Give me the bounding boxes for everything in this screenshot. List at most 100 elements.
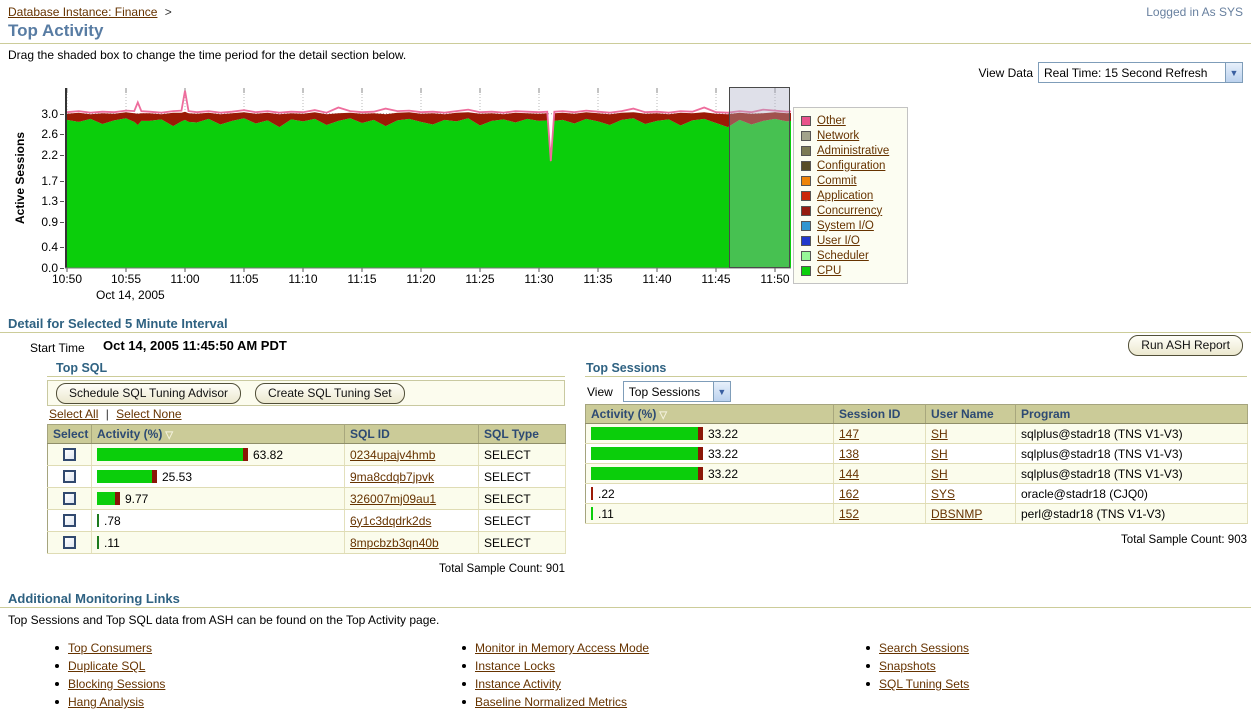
top-sessions-table: Activity (%) ▽ Session ID User Name Program 3… xyxy=(585,404,1248,524)
legend-swatch-other xyxy=(801,115,811,126)
row-checkbox[interactable] xyxy=(63,448,76,461)
legend-link[interactable]: Other xyxy=(817,115,846,127)
legend-link[interactable]: System I/O xyxy=(817,220,874,232)
activity-cell: .22 xyxy=(585,483,834,504)
monitoring-link-monitor-in-memory-access-mode[interactable]: Monitor in Memory Access Mode xyxy=(475,641,649,655)
monitoring-link-hang-analysis[interactable]: Hang Analysis xyxy=(68,695,144,709)
monitoring-link-top-consumers[interactable]: Top Consumers xyxy=(68,641,152,655)
monitoring-link-baseline-normalized-metrics[interactable]: Baseline Normalized Metrics xyxy=(475,695,627,709)
view-data-selected-value: Real Time: 15 Second Refresh xyxy=(1044,65,1208,80)
sql-id-link[interactable]: 6y1c3dqdrk2ds xyxy=(350,514,431,528)
y-tick-mark xyxy=(60,247,64,249)
user-name-link[interactable]: SH xyxy=(931,467,948,481)
top-sessions-heading: Top Sessions xyxy=(586,361,667,375)
detail-section-heading: Detail for Selected 5 Minute Interval xyxy=(8,316,228,331)
legend-link[interactable]: Application xyxy=(817,190,873,202)
session-id-link[interactable]: 138 xyxy=(839,447,859,461)
top-activity-page: Database Instance: Finance > Logged in A… xyxy=(0,0,1251,716)
column-header-user-name: User Name xyxy=(925,404,1016,424)
legend-swatch-system-i-o xyxy=(801,220,811,231)
activity-value: .11 xyxy=(104,535,120,550)
run-ash-report-button[interactable]: Run ASH Report xyxy=(1128,335,1243,356)
activity-value: .22 xyxy=(598,486,615,501)
activity-bar xyxy=(97,536,99,549)
legend-link[interactable]: Concurrency xyxy=(817,205,882,217)
legend-link[interactable]: Network xyxy=(817,130,859,142)
user-name-cell: SH xyxy=(925,443,1016,464)
monitoring-link-search-sessions[interactable]: Search Sessions xyxy=(879,641,969,655)
legend-swatch-configuration xyxy=(801,160,811,171)
legend-swatch-administrative xyxy=(801,145,811,156)
legend-swatch-network xyxy=(801,130,811,141)
activity-cell: 33.22 xyxy=(585,423,834,444)
select-none-link[interactable]: Select None xyxy=(116,407,181,421)
row-checkbox[interactable] xyxy=(63,492,76,505)
links-column-1: Top Consumers Duplicate SQL Blocking Sessi… xyxy=(55,641,165,713)
legend-link[interactable]: Commit xyxy=(817,175,857,187)
activity-bar xyxy=(591,447,703,460)
session-id-link[interactable]: 162 xyxy=(839,487,859,501)
user-name-link[interactable]: SYS xyxy=(931,487,955,501)
x-tick-label: 11:15 xyxy=(347,272,377,286)
select-all-link[interactable]: Select All xyxy=(49,407,98,421)
monitoring-link-item: Top Consumers xyxy=(55,641,165,659)
monitoring-link-blocking-sessions[interactable]: Blocking Sessions xyxy=(68,677,165,691)
column-header-activity-[interactable]: Activity (%) ▽ xyxy=(91,424,345,444)
legend-swatch-commit xyxy=(801,175,811,186)
column-header-activity-[interactable]: Activity (%) ▽ xyxy=(585,404,834,424)
user-name-link[interactable]: DBSNMP xyxy=(931,507,982,521)
activity-bar-green xyxy=(97,470,152,483)
monitoring-link-instance-locks[interactable]: Instance Locks xyxy=(475,659,555,673)
monitoring-link-snapshots[interactable]: Snapshots xyxy=(879,659,936,673)
column-header-label: Activity (%) xyxy=(591,407,657,421)
user-name-link[interactable]: SH xyxy=(931,447,948,461)
program-cell: sqlplus@stadr18 (TNS V1-V3) xyxy=(1015,443,1248,464)
session-id-cell: 144 xyxy=(833,463,926,484)
breadcrumb-database-instance-link[interactable]: Database Instance: Finance xyxy=(8,5,157,19)
monitoring-link-duplicate-sql[interactable]: Duplicate SQL xyxy=(68,659,145,673)
chevron-down-icon: ▼ xyxy=(712,382,730,401)
session-id-cell: 138 xyxy=(833,443,926,464)
legend-link[interactable]: User I/O xyxy=(817,235,860,247)
activity-cell: .11 xyxy=(91,531,345,554)
legend-link[interactable]: Administrative xyxy=(817,145,889,157)
activity-bar-maroon-tip xyxy=(243,448,248,461)
select-cell xyxy=(47,487,92,510)
sql-id-link[interactable]: 9ma8cdqb7jpvk xyxy=(350,470,434,484)
user-name-cell: SYS xyxy=(925,483,1016,504)
row-checkbox[interactable] xyxy=(63,514,76,527)
monitoring-link-instance-activity[interactable]: Instance Activity xyxy=(475,677,561,691)
sql-id-link[interactable]: 8mpcbzb3qn40b xyxy=(350,536,439,550)
legend-item: CPU xyxy=(801,263,903,278)
view-data-select[interactable]: Real Time: 15 Second Refresh ▼ xyxy=(1038,62,1243,83)
top-sessions-view-select[interactable]: Top Sessions ▼ xyxy=(622,381,731,402)
bullet-icon xyxy=(55,645,59,650)
create-sql-tuning-set-button[interactable]: Create SQL Tuning Set xyxy=(255,382,405,404)
session-id-link[interactable]: 147 xyxy=(839,427,859,441)
sql-id-link[interactable]: 326007mj09au1 xyxy=(350,492,436,506)
activity-value: 33.22 xyxy=(708,426,739,441)
schedule-sql-tuning-advisor-button[interactable]: Schedule SQL Tuning Advisor xyxy=(56,382,241,404)
monitoring-link-sql-tuning-sets[interactable]: SQL Tuning Sets xyxy=(879,677,969,691)
row-checkbox[interactable] xyxy=(63,470,76,483)
column-header-select: Select xyxy=(47,424,92,444)
session-id-link[interactable]: 144 xyxy=(839,467,859,481)
legend-link[interactable]: CPU xyxy=(817,265,841,277)
legend-link[interactable]: Scheduler xyxy=(817,250,869,262)
sql-id-link[interactable]: 0234upajv4hmb xyxy=(350,448,435,462)
activity-cell: .11 xyxy=(585,503,834,524)
time-selection-box[interactable] xyxy=(728,87,791,268)
top-sql-row: 9.77 326007mj09au1 SELECT xyxy=(47,487,566,510)
monitoring-link-item: Blocking Sessions xyxy=(55,677,165,695)
session-id-link[interactable]: 152 xyxy=(839,507,859,521)
activity-bar-maroon-tip xyxy=(698,447,703,460)
session-id-cell: 152 xyxy=(833,503,926,524)
user-name-link[interactable]: SH xyxy=(931,427,948,441)
activity-bar-maroon-tip xyxy=(698,467,703,480)
legend-link[interactable]: Configuration xyxy=(817,160,885,172)
activity-bar-maroon-tip xyxy=(115,492,120,505)
row-checkbox[interactable] xyxy=(63,536,76,549)
x-tick-label: 10:50 xyxy=(51,272,83,286)
select-links: Select All | Select None xyxy=(49,407,182,421)
detail-divider xyxy=(0,332,1251,333)
